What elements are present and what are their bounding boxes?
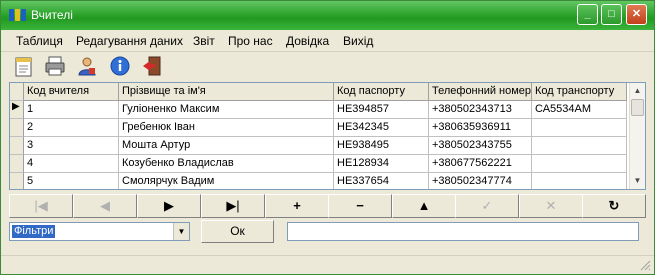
menu-bar: Таблиця Редагування даних Звіт Про нас Д… [1, 30, 654, 52]
exit-icon[interactable] [140, 54, 164, 78]
table-cell[interactable]: +380502347774 [429, 173, 532, 189]
filters-combobox[interactable]: Фільтри ▼ [9, 222, 190, 241]
table-cell[interactable]: +380502343713 [429, 101, 532, 119]
nav-last-button[interactable]: ▶| [201, 194, 265, 218]
nav-delete-button[interactable]: − [328, 194, 392, 218]
user-icon[interactable] [75, 54, 99, 78]
scroll-down-icon[interactable]: ▼ [630, 173, 645, 188]
nav-post-button[interactable]: ✓ [455, 194, 519, 218]
nav-next-button[interactable]: ▶ [137, 194, 201, 218]
row-indicator [10, 119, 24, 137]
column-header[interactable]: Код паспорту [334, 83, 429, 101]
info-icon[interactable] [108, 54, 132, 78]
close-button[interactable]: ✕ [626, 4, 647, 25]
menu-table[interactable]: Таблиця [16, 34, 63, 48]
row-indicator [10, 155, 24, 173]
filter-text-input[interactable] [287, 222, 639, 241]
table-cell[interactable]: Гуліоненко Максим [119, 101, 334, 119]
column-header[interactable]: Код транспорту [532, 83, 627, 101]
column-header[interactable]: Телефонний номер [429, 83, 532, 101]
printer-icon[interactable] [43, 54, 67, 78]
nav-edit-button[interactable]: ▲ [392, 194, 456, 218]
menu-help[interactable]: Довідка [286, 34, 329, 48]
db-navigator: |◀ ◀ ▶ ▶| + − ▲ ✓ ✕ ↻ [9, 194, 646, 218]
status-bar [1, 255, 654, 274]
teachers-table[interactable]: Код вчителя Прізвище та ім'я Код паспорт… [9, 82, 646, 190]
table-cell[interactable]: +380502343755 [429, 137, 532, 155]
notepad-icon[interactable] [12, 54, 36, 78]
minimize-button[interactable]: _ [577, 4, 598, 25]
title-bar: Вчителі _ □ ✕ [1, 1, 654, 30]
vertical-scrollbar[interactable]: ▲ ▼ [629, 83, 645, 189]
nav-insert-button[interactable]: + [265, 194, 329, 218]
table-cell[interactable]: Гребенюк Іван [119, 119, 334, 137]
menu-report[interactable]: Звіт [193, 34, 215, 48]
maximize-button[interactable]: □ [601, 4, 622, 25]
table-cell[interactable]: НЕ342345 [334, 119, 429, 137]
table-cell[interactable]: 1 [24, 101, 119, 119]
app-icon [9, 9, 26, 21]
table-cell[interactable]: НЕ337654 [334, 173, 429, 189]
scroll-thumb[interactable] [631, 99, 644, 116]
window-title: Вчителі [31, 8, 73, 22]
table-cell[interactable] [532, 173, 627, 189]
nav-first-button[interactable]: |◀ [9, 194, 73, 218]
row-indicator [10, 137, 24, 155]
chevron-down-icon[interactable]: ▼ [173, 223, 189, 240]
main-window: Вчителі _ □ ✕ Таблиця Редагування даних … [0, 0, 655, 275]
header-corner [10, 83, 24, 101]
nav-prior-button[interactable]: ◀ [73, 194, 137, 218]
table-cell[interactable]: СА5534АМ [532, 101, 627, 119]
table-cell[interactable]: Мошта Артур [119, 137, 334, 155]
table-cell[interactable]: НЕ938495 [334, 137, 429, 155]
nav-refresh-button[interactable]: ↻ [582, 194, 646, 218]
resize-grip-icon[interactable] [639, 259, 651, 271]
table-cell[interactable]: НЕ394857 [334, 101, 429, 119]
column-header[interactable]: Прізвище та ім'я [119, 83, 334, 101]
nav-cancel-button[interactable]: ✕ [519, 194, 583, 218]
table-cell[interactable]: НЕ128934 [334, 155, 429, 173]
table-cell[interactable]: 5 [24, 173, 119, 189]
table-cell[interactable]: Козубенко Владислав [119, 155, 334, 173]
scroll-up-icon[interactable]: ▲ [630, 83, 645, 98]
table-cell[interactable]: 3 [24, 137, 119, 155]
menu-about[interactable]: Про нас [228, 34, 273, 48]
row-indicator [10, 173, 24, 189]
column-header[interactable]: Код вчителя [24, 83, 119, 101]
table-cell[interactable] [532, 119, 627, 137]
table-cell[interactable]: 4 [24, 155, 119, 173]
menu-exit[interactable]: Вихід [343, 34, 373, 48]
table-cell[interactable]: +380635936911 [429, 119, 532, 137]
table-cell[interactable]: +380677562221 [429, 155, 532, 173]
filters-selected-value: Фільтри [12, 225, 56, 238]
ok-button[interactable]: Ок [201, 220, 274, 243]
menu-edit[interactable]: Редагування даних [76, 34, 183, 48]
toolbar [1, 53, 654, 80]
table-cell[interactable] [532, 155, 627, 173]
table-cell[interactable]: 2 [24, 119, 119, 137]
current-row-indicator: ▶ [10, 101, 24, 119]
table-cell[interactable] [532, 137, 627, 155]
table-cell[interactable]: Смолярчук Вадим [119, 173, 334, 189]
